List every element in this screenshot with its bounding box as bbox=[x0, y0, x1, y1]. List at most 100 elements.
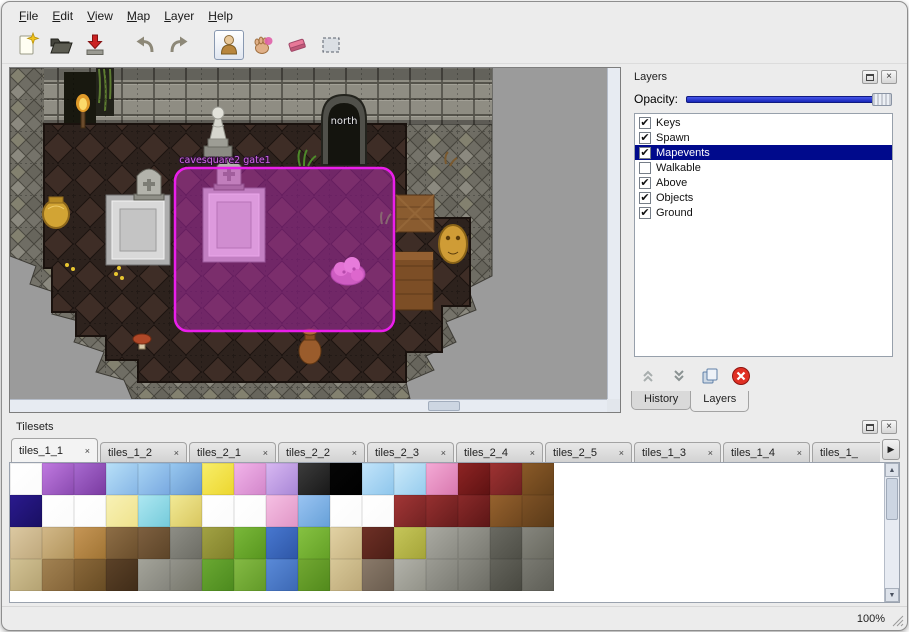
tileset-tile[interactable] bbox=[266, 495, 298, 527]
tileset-tile[interactable] bbox=[10, 527, 42, 559]
tab-scroll-right-button[interactable]: ▶ bbox=[882, 439, 900, 460]
tileset-tile[interactable] bbox=[426, 463, 458, 495]
tileset-tile[interactable] bbox=[458, 495, 490, 527]
layer-visibility-checkbox[interactable]: ✔ bbox=[639, 207, 651, 219]
select-tool-button[interactable] bbox=[316, 30, 346, 60]
tileset-tile[interactable] bbox=[202, 495, 234, 527]
layer-visibility-checkbox[interactable]: ✔ bbox=[639, 147, 651, 159]
tileset-tile[interactable] bbox=[298, 495, 330, 527]
scrollbar-thumb[interactable] bbox=[428, 401, 460, 411]
tileset-tile[interactable] bbox=[106, 559, 138, 591]
tileset-tile[interactable] bbox=[138, 559, 170, 591]
map-selection[interactable] bbox=[175, 168, 394, 331]
menu-item-file[interactable]: File bbox=[12, 7, 45, 25]
tileset-tile[interactable] bbox=[458, 463, 490, 495]
tileset-tile[interactable] bbox=[490, 559, 522, 591]
tileset-tile[interactable] bbox=[330, 495, 362, 527]
panel-tab-history[interactable]: History bbox=[631, 391, 691, 410]
tileset-tile[interactable] bbox=[170, 463, 202, 495]
tileset-tile[interactable] bbox=[490, 463, 522, 495]
tileset-tile[interactable] bbox=[42, 495, 74, 527]
tileset-tile[interactable] bbox=[490, 495, 522, 527]
tileset-tile[interactable] bbox=[202, 463, 234, 495]
layer-row-spawn[interactable]: ✔Spawn bbox=[635, 130, 892, 145]
tileset-tile[interactable] bbox=[10, 559, 42, 591]
tileset-tab-tiles_1_2[interactable]: tiles_1_2× bbox=[100, 442, 187, 462]
menu-item-help[interactable]: Help bbox=[201, 7, 240, 25]
tileset-tile[interactable] bbox=[522, 463, 554, 495]
tileset-tile[interactable] bbox=[234, 559, 266, 591]
panel-tab-layers[interactable]: Layers bbox=[690, 391, 749, 412]
scroll-down-button[interactable]: ▼ bbox=[885, 588, 899, 602]
tab-close-icon[interactable]: × bbox=[708, 448, 713, 458]
tileset-tile[interactable] bbox=[234, 527, 266, 559]
tileset-tile[interactable] bbox=[170, 527, 202, 559]
layer-visibility-checkbox[interactable] bbox=[639, 162, 651, 174]
tileset-tile[interactable] bbox=[330, 463, 362, 495]
menu-item-map[interactable]: Map bbox=[120, 7, 157, 25]
scrollbar-thumb[interactable] bbox=[886, 478, 898, 520]
map-vertical-scrollbar[interactable] bbox=[607, 68, 620, 399]
tileset-tile[interactable] bbox=[362, 495, 394, 527]
tileset-scrollbar[interactable]: ▲ ▼ bbox=[884, 463, 899, 602]
tileset-tile[interactable] bbox=[42, 559, 74, 591]
tileset-tile[interactable] bbox=[522, 527, 554, 559]
tileset-tile[interactable] bbox=[458, 527, 490, 559]
layer-visibility-checkbox[interactable]: ✔ bbox=[639, 117, 651, 129]
menu-item-layer[interactable]: Layer bbox=[157, 7, 201, 25]
tileset-tile[interactable] bbox=[202, 559, 234, 591]
tileset-tile[interactable] bbox=[298, 527, 330, 559]
tileset-tile[interactable] bbox=[74, 527, 106, 559]
tileset-tile[interactable] bbox=[426, 559, 458, 591]
tileset-tile[interactable] bbox=[522, 495, 554, 527]
tileset-tile[interactable] bbox=[74, 495, 106, 527]
layer-row-walkable[interactable]: Walkable bbox=[635, 160, 892, 175]
tileset-tile[interactable] bbox=[522, 559, 554, 591]
paint-tool-button[interactable] bbox=[248, 30, 278, 60]
resize-grip[interactable] bbox=[890, 613, 904, 627]
map-horizontal-scrollbar[interactable] bbox=[10, 399, 607, 412]
tileset-tile[interactable] bbox=[138, 527, 170, 559]
tileset-tile[interactable] bbox=[106, 527, 138, 559]
slider-handle[interactable] bbox=[872, 93, 892, 106]
redo-button[interactable] bbox=[164, 30, 194, 60]
tileset-tab-tiles_2_5[interactable]: tiles_2_5× bbox=[545, 442, 632, 462]
duplicate-layer-button[interactable] bbox=[699, 365, 721, 387]
tileset-tile[interactable] bbox=[42, 527, 74, 559]
tileset-tile[interactable] bbox=[42, 463, 74, 495]
map-viewport[interactable]: cavesquare2 gate1 north bbox=[9, 67, 621, 413]
tileset-tile[interactable] bbox=[138, 463, 170, 495]
open-button[interactable] bbox=[46, 30, 76, 60]
tab-close-icon[interactable]: × bbox=[174, 448, 179, 458]
tileset-tile[interactable] bbox=[266, 559, 298, 591]
tileset-tile[interactable] bbox=[394, 463, 426, 495]
tileset-tab-tiles_2_4[interactable]: tiles_2_4× bbox=[456, 442, 543, 462]
map-canvas[interactable]: cavesquare2 gate1 north bbox=[10, 68, 608, 399]
tileset-tab-tiles_1_[interactable]: tiles_1_× bbox=[812, 442, 880, 462]
opacity-slider[interactable] bbox=[686, 93, 892, 106]
tab-close-icon[interactable]: × bbox=[619, 448, 624, 458]
eraser-tool-button[interactable] bbox=[282, 30, 312, 60]
tileset-tile[interactable] bbox=[170, 559, 202, 591]
tileset-tile[interactable] bbox=[394, 559, 426, 591]
tileset-view[interactable]: ▲ ▼ bbox=[9, 462, 900, 603]
tab-close-icon[interactable]: × bbox=[530, 448, 535, 458]
tileset-tile[interactable] bbox=[234, 463, 266, 495]
tileset-tab-tiles_1_3[interactable]: tiles_1_3× bbox=[634, 442, 721, 462]
tileset-tile[interactable] bbox=[362, 559, 394, 591]
move-layer-up-button[interactable] bbox=[637, 365, 659, 387]
float-panel-button[interactable] bbox=[862, 70, 878, 84]
float-panel-button[interactable] bbox=[862, 420, 878, 434]
save-button[interactable] bbox=[80, 30, 110, 60]
character-tool-button[interactable] bbox=[214, 30, 244, 60]
close-panel-button[interactable]: × bbox=[881, 420, 897, 434]
tab-close-icon[interactable]: × bbox=[85, 446, 90, 456]
tileset-tile[interactable] bbox=[106, 495, 138, 527]
new-file-button[interactable] bbox=[12, 30, 42, 60]
layer-row-mapevents[interactable]: ✔Mapevents bbox=[635, 145, 892, 160]
tileset-tab-tiles_1_1[interactable]: tiles_1_1× bbox=[11, 438, 98, 462]
tileset-tab-tiles_2_3[interactable]: tiles_2_3× bbox=[367, 442, 454, 462]
tileset-tile[interactable] bbox=[74, 559, 106, 591]
tileset-tile[interactable] bbox=[394, 495, 426, 527]
move-layer-down-button[interactable] bbox=[668, 365, 690, 387]
